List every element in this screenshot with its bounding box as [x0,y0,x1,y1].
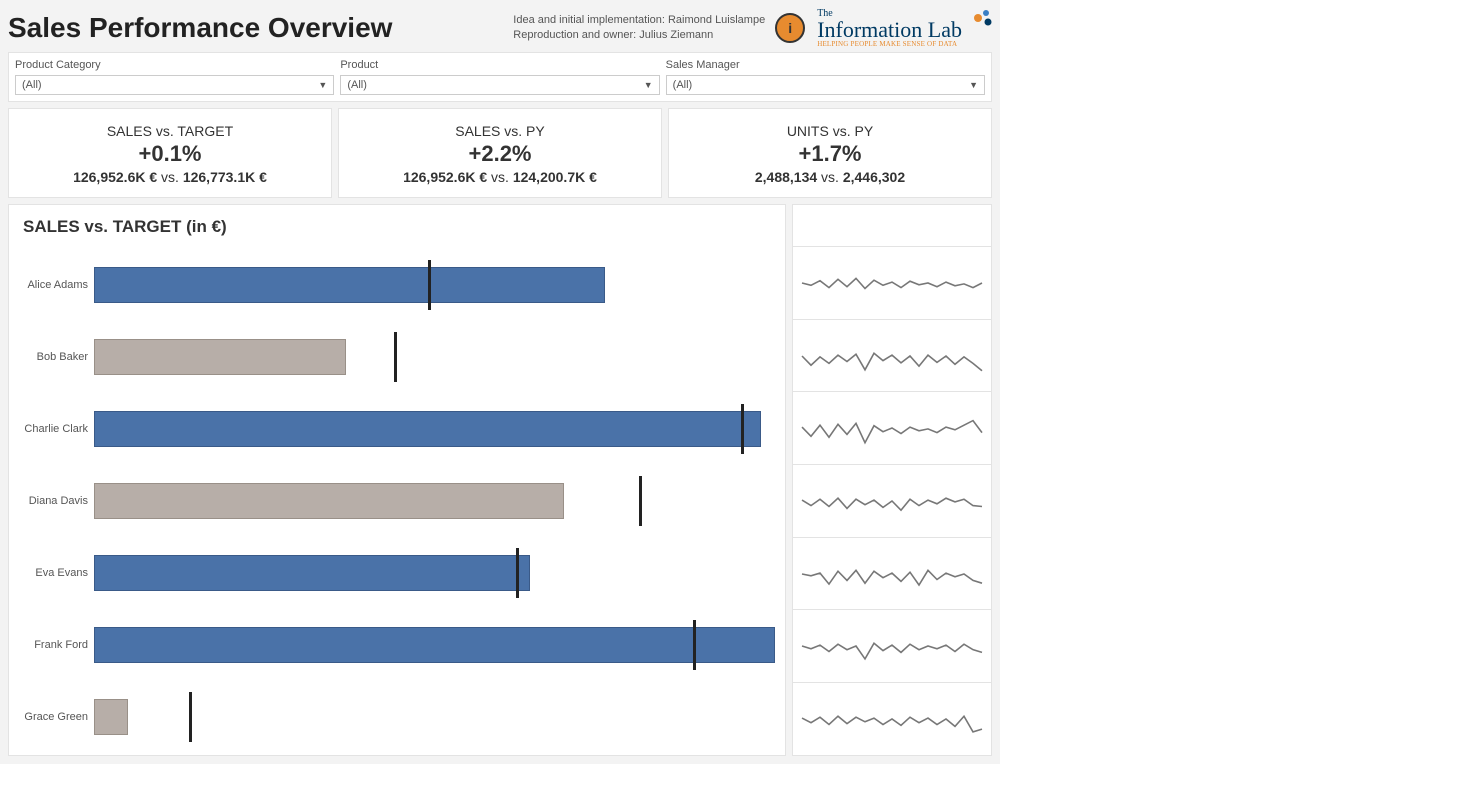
sparkline-icon [801,696,983,742]
sparkline-cell[interactable] [793,392,991,465]
credits-line2: Reproduction and owner: Julius Ziemann [513,28,765,43]
sparkline-icon [801,405,983,451]
page-title: Sales Performance Overview [8,12,513,44]
bullet-bar [94,339,346,375]
sparkline-cell[interactable] [793,610,991,683]
bullet-name: Charlie Clark [19,423,94,435]
bullet-bar [94,483,564,519]
kpi-detail: 126,952.6K € vs. 126,773.1K € [15,169,325,185]
target-marker [639,476,642,526]
sparkline-icon [801,551,983,597]
bullet-row[interactable]: Eva Evans [19,537,775,609]
chevron-down-icon: ▼ [644,80,653,90]
sparkline-icon [801,478,983,524]
filter-product-category: Product Category (All) ▼ [15,59,334,95]
sparkline-header [793,205,991,247]
kpi-detail: 2,488,134 vs. 2,446,302 [675,169,985,185]
filter-select-category[interactable]: (All) ▼ [15,75,334,95]
bullet-rows: Alice Adams Bob Baker Charlie Clark Diana D… [19,249,775,753]
bullet-row[interactable]: Frank Ford [19,609,775,681]
target-marker [516,548,519,598]
filter-product: Product (All) ▼ [340,59,659,95]
kpi-row: SALES vs. TARGET +0.1% 126,952.6K € vs. … [8,108,992,198]
kpi-sales-vs-py: SALES vs. PY +2.2% 126,952.6K € vs. 124,… [338,108,662,198]
bullet-chart-panel: SALES vs. TARGET (in €) Alice Adams Bob B… [8,204,786,756]
bullet-chart-title: SALES vs. TARGET (in €) [23,217,775,237]
filter-label: Product [340,59,659,71]
logo-dots-icon [964,8,992,32]
bullet-row[interactable]: Charlie Clark [19,393,775,465]
sparkline-cell[interactable] [793,465,991,538]
filter-value: (All) [673,79,693,91]
header: Sales Performance Overview Idea and init… [8,8,992,48]
sparkline-rows [793,247,991,755]
bullet-row[interactable]: Diana Davis [19,465,775,537]
sparkline-panel [792,204,992,756]
bullet-chart [94,328,775,386]
filters: Product Category (All) ▼ Product (All) ▼… [8,52,992,102]
info-icon: i [788,20,792,36]
target-marker [693,620,696,670]
bullet-bar [94,627,775,663]
bullet-name: Bob Baker [19,351,94,363]
chevron-down-icon: ▼ [318,80,327,90]
dashboard: Sales Performance Overview Idea and init… [0,0,1000,764]
bullet-name: Grace Green [19,711,94,723]
bullet-bar [94,555,530,591]
filter-select-product[interactable]: (All) ▼ [340,75,659,95]
bullet-name: Eva Evans [19,567,94,579]
bullet-name: Alice Adams [19,279,94,291]
logo-text: The Information Lab HELPING PEOPLE MAKE … [817,9,962,48]
filter-label: Product Category [15,59,334,71]
sparkline-icon [801,260,983,306]
sparkline-cell[interactable] [793,683,991,755]
bullet-bar [94,267,605,303]
info-button[interactable]: i [775,13,805,43]
bullet-name: Frank Ford [19,639,94,651]
kpi-label: UNITS vs. PY [675,123,985,139]
sparkline-cell[interactable] [793,247,991,320]
credits-line1: Idea and initial implementation: Raimond… [513,13,765,28]
bullet-chart [94,544,775,602]
filter-sales-manager: Sales Manager (All) ▼ [666,59,985,95]
kpi-value: +1.7% [675,141,985,167]
bullet-chart [94,616,775,674]
bullet-chart [94,400,775,458]
target-marker [394,332,397,382]
kpi-label: SALES vs. PY [345,123,655,139]
bullet-row[interactable]: Alice Adams [19,249,775,321]
filter-select-manager[interactable]: (All) ▼ [666,75,985,95]
sparkline-icon [801,623,983,669]
bullet-row[interactable]: Grace Green [19,681,775,753]
bullet-bar [94,411,761,447]
chevron-down-icon: ▼ [969,80,978,90]
kpi-label: SALES vs. TARGET [15,123,325,139]
target-marker [741,404,744,454]
credits: Idea and initial implementation: Raimond… [513,13,765,44]
filter-value: (All) [347,79,367,91]
kpi-value: +0.1% [15,141,325,167]
kpi-sales-vs-target: SALES vs. TARGET +0.1% 126,952.6K € vs. … [8,108,332,198]
sparkline-icon [801,333,983,379]
target-marker [189,692,192,742]
bullet-row[interactable]: Bob Baker [19,321,775,393]
kpi-units-vs-py: UNITS vs. PY +1.7% 2,488,134 vs. 2,446,3… [668,108,992,198]
kpi-detail: 126,952.6K € vs. 124,200.7K € [345,169,655,185]
filter-label: Sales Manager [666,59,985,71]
bullet-chart [94,256,775,314]
bullet-chart [94,688,775,746]
bullet-name: Diana Davis [19,495,94,507]
filter-value: (All) [22,79,42,91]
bullet-bar [94,699,128,735]
sparkline-cell[interactable] [793,320,991,393]
bullet-chart [94,472,775,530]
kpi-value: +2.2% [345,141,655,167]
charts-row: SALES vs. TARGET (in €) Alice Adams Bob B… [8,204,992,756]
logo: The Information Lab HELPING PEOPLE MAKE … [817,8,992,48]
target-marker [428,260,431,310]
sparkline-cell[interactable] [793,538,991,611]
